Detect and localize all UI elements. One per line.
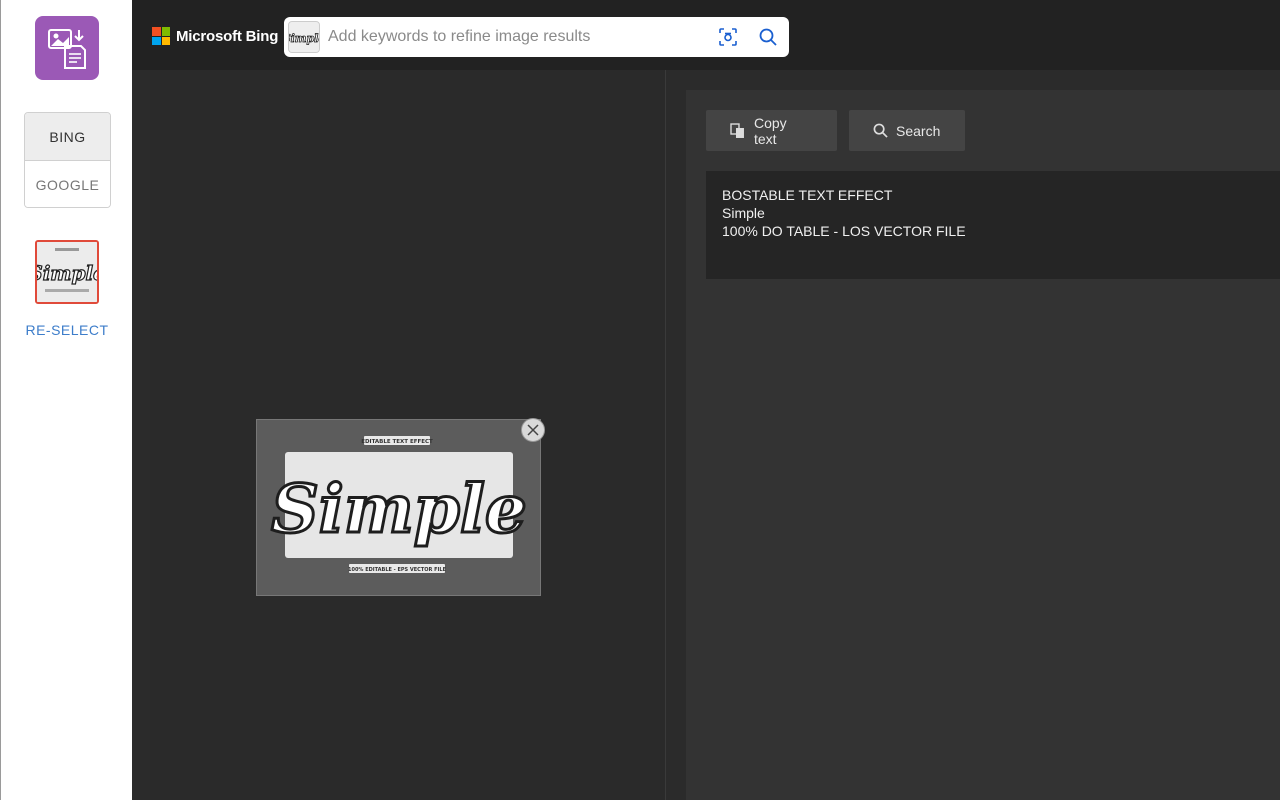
extracted-text-line: 100% DO TABLE - LOS VECTOR FILE	[722, 223, 966, 239]
search-input[interactable]	[328, 25, 708, 49]
preview-headline: EDITABLE TEXT EFFECT	[361, 439, 433, 445]
top-header: Microsoft Bing Simple	[132, 0, 1280, 70]
extracted-text-area[interactable]: BOSTABLE TEXT EFFECT Simple 100% DO TABL…	[706, 171, 1280, 279]
thumbnail-word: Simple	[37, 261, 97, 285]
close-preview-button[interactable]	[521, 418, 545, 442]
search-thumb-word: Simple	[289, 32, 319, 45]
image-preview-panel: EDITABLE TEXT EFFECT Simple 100% EDITABL…	[150, 70, 666, 800]
left-gutter	[132, 70, 150, 800]
copy-text-button[interactable]: Copy text	[706, 110, 837, 151]
search-box: Simple	[284, 17, 789, 57]
microsoft-logo-icon	[152, 27, 170, 45]
image-preview[interactable]: EDITABLE TEXT EFFECT Simple 100% EDITABL…	[256, 418, 545, 596]
preview-footer: 100% EDITABLE - EPS VECTOR FILE	[348, 567, 447, 573]
search-text-button[interactable]: Search	[849, 110, 965, 151]
copy-icon	[730, 122, 744, 138]
search-image-thumbnail[interactable]: Simple	[288, 21, 320, 53]
preview-word: Simple	[271, 470, 527, 548]
engine-toggle: BING GOOGLE	[24, 112, 111, 208]
sidebar: BING GOOGLE Simple RE-SELECT	[0, 0, 132, 800]
extracted-text-line: BOSTABLE TEXT EFFECT	[722, 187, 893, 203]
reselect-link[interactable]: RE-SELECT	[1, 322, 133, 338]
engine-bing-button[interactable]: BING	[25, 113, 110, 161]
selected-image-thumbnail[interactable]: Simple	[35, 240, 99, 304]
search-icon[interactable]	[758, 27, 778, 47]
search-text-label: Search	[896, 122, 941, 139]
bing-brand[interactable]: Microsoft Bing	[152, 27, 278, 45]
visual-search-icon[interactable]	[718, 27, 738, 47]
brand-name: Microsoft Bing	[176, 27, 279, 45]
close-icon	[527, 424, 539, 436]
app-logo-icon[interactable]	[35, 16, 99, 80]
search-icon	[873, 123, 888, 138]
copy-text-label: Copy text	[753, 114, 787, 147]
extracted-text-line: Simple	[722, 205, 765, 221]
engine-google-button[interactable]: GOOGLE	[25, 161, 110, 207]
text-results-panel: Copy text Search BOSTABLE TEXT EFFECT Si…	[686, 90, 1280, 800]
